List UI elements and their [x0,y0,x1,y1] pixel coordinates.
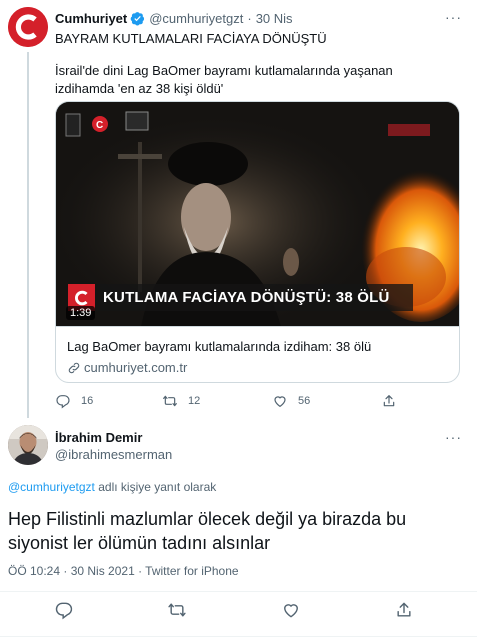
share-icon [397,602,411,617]
bottom-divider [0,636,477,637]
like-icon [284,604,298,618]
reply-reply-button[interactable] [54,600,74,620]
reply-like-button[interactable] [281,600,301,620]
card-domain-text: cumhuriyet.com.tr [84,360,188,375]
quoted-headline: BAYRAM KUTLAMALARI FACİAYA DÖNÜŞTÜ [55,31,327,46]
quoted-date[interactable]: 30 Nis [256,11,293,26]
replying-to-handle-link[interactable]: @cumhuriyetgzt [8,480,95,494]
user-avatar-image [8,425,48,465]
reply-actions-bar [0,600,477,622]
link-icon [68,362,80,373]
retweet-icon [163,395,177,407]
like-icon [274,396,286,408]
quoted-reply-count: 16 [81,395,94,407]
reply-tweet-meta[interactable]: ÖÖ 10:24 · 30 Nis 2021 · Twitter for iPh… [8,564,239,578]
retweet-icon [168,603,186,617]
header-separator: · [247,10,252,26]
replying-to-line: @cumhuriyetgzt adlı kişiye yanıt olarak [8,480,216,494]
actions-divider [0,591,477,592]
cumhuriyet-avatar[interactable] [8,7,48,47]
reply-retweet-button[interactable] [167,600,187,620]
link-preview-card[interactable]: C KUTLAMA FACİAYA DÖNÜŞTÜ: 38 ÖLÜ 1:39 L… [55,101,460,383]
svg-text:C: C [96,120,103,131]
video-caption-text: KUTLAMA FACİAYA DÖNÜŞTÜ: 38 ÖLÜ [103,289,390,306]
thread-connector-line [27,52,29,418]
reply-tweet-text: Hep Filistinli mazlumlar ölecek değil ya… [8,509,407,553]
reply-share-button[interactable] [394,600,414,620]
quoted-share-button[interactable] [381,393,397,409]
quoted-retweet-count: 12 [188,395,201,407]
reply-icon [55,602,73,620]
quoted-like-button[interactable]: 56 [272,393,310,409]
card-title[interactable]: Lag BaOmer bayramı kutlamalarında izdiha… [67,339,371,354]
cumhuriyet-logo-icon [8,7,48,47]
reply-icon [56,395,70,409]
reply-handle[interactable]: @ibrahimesmerman [55,447,172,462]
quoted-display-name[interactable]: Cumhuriyet [55,11,127,26]
quoted-like-count: 56 [298,395,311,407]
video-duration-badge: 1:39 [66,306,96,320]
quoted-reply-button[interactable]: 16 [55,393,93,409]
quoted-handle[interactable]: @cumhuriyetgzt [149,11,243,26]
quoted-actions-bar: 16 12 56 [55,391,415,411]
video-caption-banner: KUTLAMA FACİAYA DÖNÜŞTÜ: 38 ÖLÜ [68,284,413,311]
quoted-retweet-button[interactable]: 12 [162,393,200,409]
replying-to-suffix: adlı kişiye yanıt olarak [94,480,217,494]
reply-more-options-button[interactable]: ··· [445,429,462,445]
card-domain[interactable]: cumhuriyet.com.tr [67,360,187,375]
video-thumbnail[interactable]: C KUTLAMA FACİAYA DÖNÜŞTÜ: 38 ÖLÜ 1:39 [56,102,459,327]
verified-badge-icon [130,11,145,26]
reply-display-name[interactable]: İbrahim Demir [55,430,142,445]
share-icon [383,395,395,407]
quoted-body-text: İsrail'de dini Lag BaOmer bayramı kutlam… [55,63,393,96]
quoted-tweet-header: Cumhuriyet @cumhuriyetgzt · 30 Nis [55,9,293,27]
quoted-more-options-button[interactable]: ··· [445,9,462,25]
ibrahim-avatar[interactable] [8,425,48,465]
